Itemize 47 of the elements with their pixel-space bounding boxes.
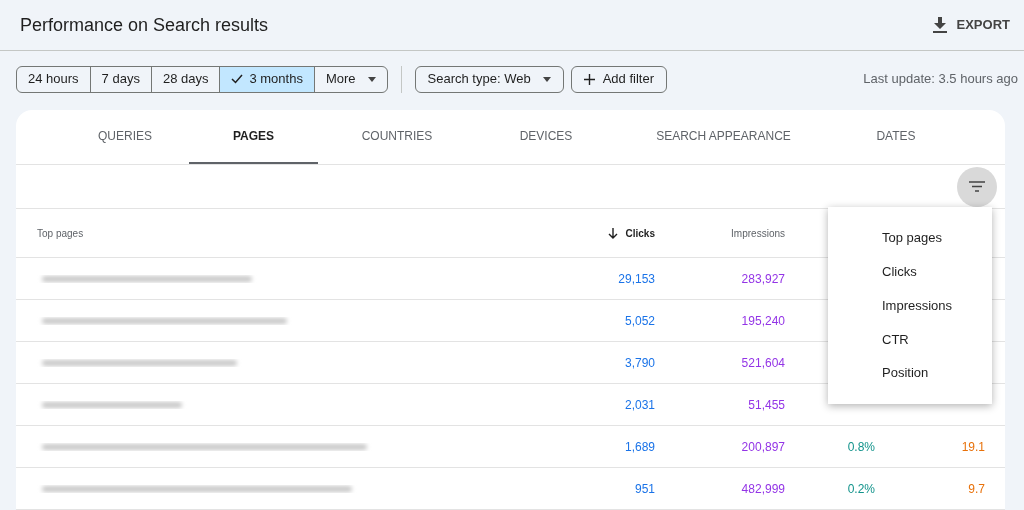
page-title: Performance on Search results	[20, 13, 269, 37]
tab[interactable]: DATES	[831, 110, 961, 164]
column-header[interactable]: Top pages	[16, 225, 555, 241]
ctr-cell-text: 0.2%	[846, 480, 875, 498]
impressions-cell-text: 521,604	[740, 354, 785, 372]
impressions-cell-text: 200,897	[740, 438, 785, 456]
position-cell-text: 9.7	[967, 480, 985, 498]
check-icon	[231, 74, 244, 84]
position-cell-text: 19.1	[960, 438, 985, 456]
tab[interactable]: DEVICES	[476, 110, 616, 164]
menu-item[interactable]: Clicks	[828, 254, 992, 289]
tab[interactable]: PAGES	[189, 110, 318, 164]
clicks-cell-text: 2,031	[623, 396, 655, 414]
search-type-dropdown[interactable]: Search type: Web	[414, 65, 564, 93]
ctr-cell-text: 0.8%	[846, 438, 875, 456]
tab[interactable]: QUERIES	[61, 110, 189, 164]
export-button[interactable]: EXPORT	[930, 15, 1012, 35]
column-header[interactable]: Impressions	[655, 225, 785, 241]
impressions-cell-text: 51,455	[747, 396, 785, 414]
clicks-cell-text: 1,689	[623, 438, 655, 456]
menu-item[interactable]: Position	[828, 356, 992, 390]
date-range-button[interactable]: More	[313, 66, 387, 92]
menu-item[interactable]: CTR	[828, 322, 992, 357]
clicks-cell-text: 29,153	[617, 270, 655, 288]
caret-icon	[367, 76, 376, 82]
clicks-cell-text: 951	[633, 480, 655, 498]
plus-icon	[583, 73, 595, 85]
column-header[interactable]: Clicks	[555, 225, 655, 241]
menu-item[interactable]: Impressions	[828, 288, 992, 323]
impressions-cell-text: 283,927	[740, 270, 785, 288]
tab[interactable]: COUNTRIES	[318, 110, 476, 164]
clicks-cell-text: 3,790	[623, 354, 655, 372]
date-range-button[interactable]: 24 hours	[17, 66, 90, 92]
download-icon	[932, 17, 947, 33]
tab[interactable]: SEARCH APPEARANCE	[616, 110, 831, 164]
impressions-cell-text: 482,999	[740, 480, 785, 498]
impressions-cell-text: 195,240	[740, 312, 785, 330]
down-arrow-icon	[607, 227, 618, 239]
caret-icon	[542, 76, 551, 82]
filter-button[interactable]	[957, 166, 997, 207]
filter-icon	[969, 181, 985, 192]
clicks-cell-text: 5,052	[623, 312, 655, 330]
menu-item[interactable]: Top pages	[828, 221, 992, 255]
date-range-button[interactable]: 3 months	[219, 66, 314, 92]
last-update-text: Last update: 3.5 hours ago	[863, 70, 1018, 89]
add-filter-button[interactable]: Add filter	[570, 65, 667, 93]
date-range-button[interactable]: 7 days	[89, 66, 151, 92]
